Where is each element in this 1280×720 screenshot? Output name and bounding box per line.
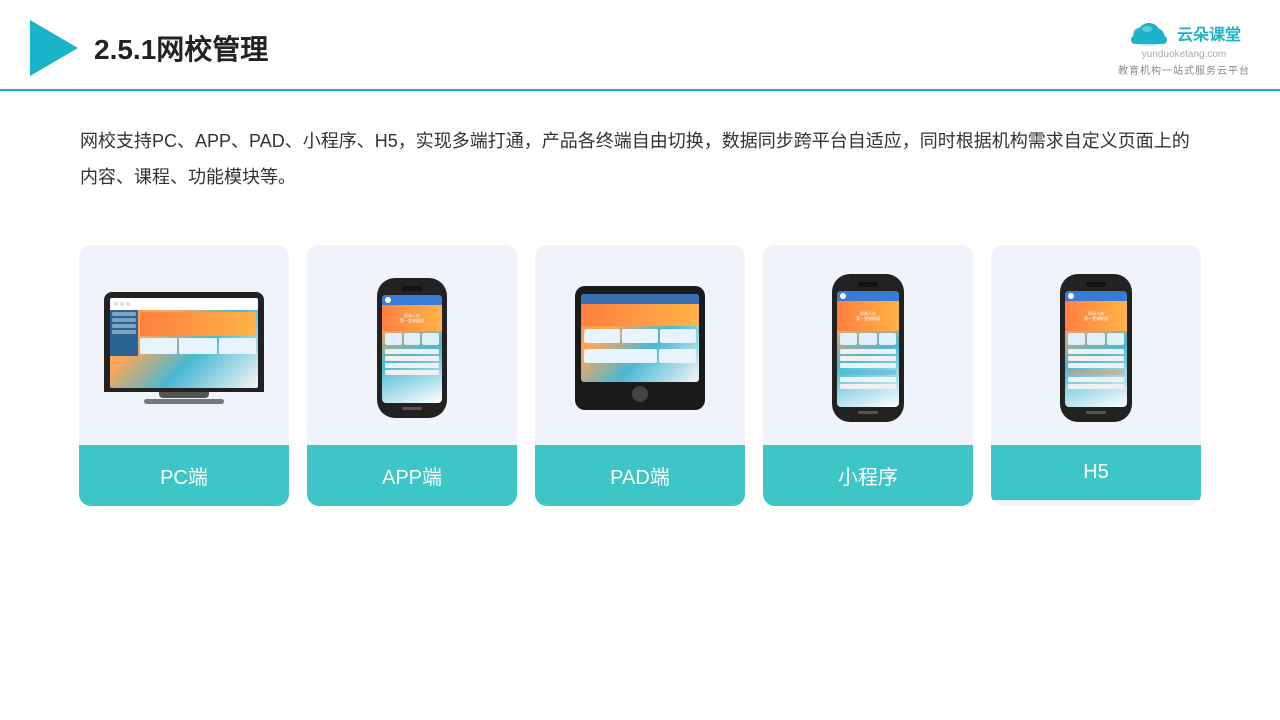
- card-app: 职场人的第一堂课推理: [307, 245, 517, 506]
- logo-triangle-icon: [30, 20, 78, 76]
- card-app-label: APP端: [307, 445, 517, 506]
- card-pad: PAD端: [535, 245, 745, 506]
- card-mini-label: 小程序: [763, 445, 973, 506]
- page-title: 2.5.1网校管理: [94, 28, 268, 68]
- cloud-icon: [1127, 18, 1171, 48]
- header-left: 2.5.1网校管理: [30, 20, 268, 76]
- card-pc-label: PC端: [79, 445, 289, 506]
- card-pad-label: PAD端: [535, 445, 745, 506]
- header: 2.5.1网校管理 云朵课堂 yunduoketang.com 教育机构一站式服…: [0, 0, 1280, 91]
- card-pc-image: [79, 245, 289, 445]
- card-h5-label: H5: [991, 445, 1201, 500]
- card-mini: 职场人的第一堂课推理: [763, 245, 973, 506]
- tablet-mockup: [575, 286, 705, 410]
- card-pad-image: [535, 245, 745, 445]
- header-right: 云朵课堂 yunduoketang.com 教育机构一站式服务云平台: [1118, 18, 1250, 77]
- card-pc: PC端: [79, 245, 289, 506]
- brand-name: 云朵课堂: [1177, 21, 1241, 45]
- card-app-image: 职场人的第一堂课推理: [307, 245, 517, 445]
- card-h5-image: 职场人的第一堂课推理: [991, 245, 1201, 445]
- card-mini-image: 职场人的第一堂课推理: [763, 245, 973, 445]
- mini-mockup: 职场人的第一堂课推理: [832, 274, 904, 422]
- description-text: 网校支持PC、APP、PAD、小程序、H5，实现多端打通，产品各终端自由切换，数…: [80, 123, 1200, 195]
- brand-subtitle: 教育机构一站式服务云平台: [1118, 62, 1250, 77]
- pc-mockup: [104, 292, 264, 404]
- description: 网校支持PC、APP、PAD、小程序、H5，实现多端打通，产品各终端自由切换，数…: [0, 91, 1280, 215]
- brand-url: yunduoketang.com: [1142, 49, 1227, 60]
- brand-logo: 云朵课堂: [1127, 18, 1241, 48]
- h5-mockup: 职场人的第一堂课推理: [1060, 274, 1132, 422]
- cards-container: PC端 职场人的第一堂课推理: [0, 225, 1280, 506]
- app-mockup: 职场人的第一堂课推理: [377, 278, 447, 418]
- card-h5: 职场人的第一堂课推理: [991, 245, 1201, 506]
